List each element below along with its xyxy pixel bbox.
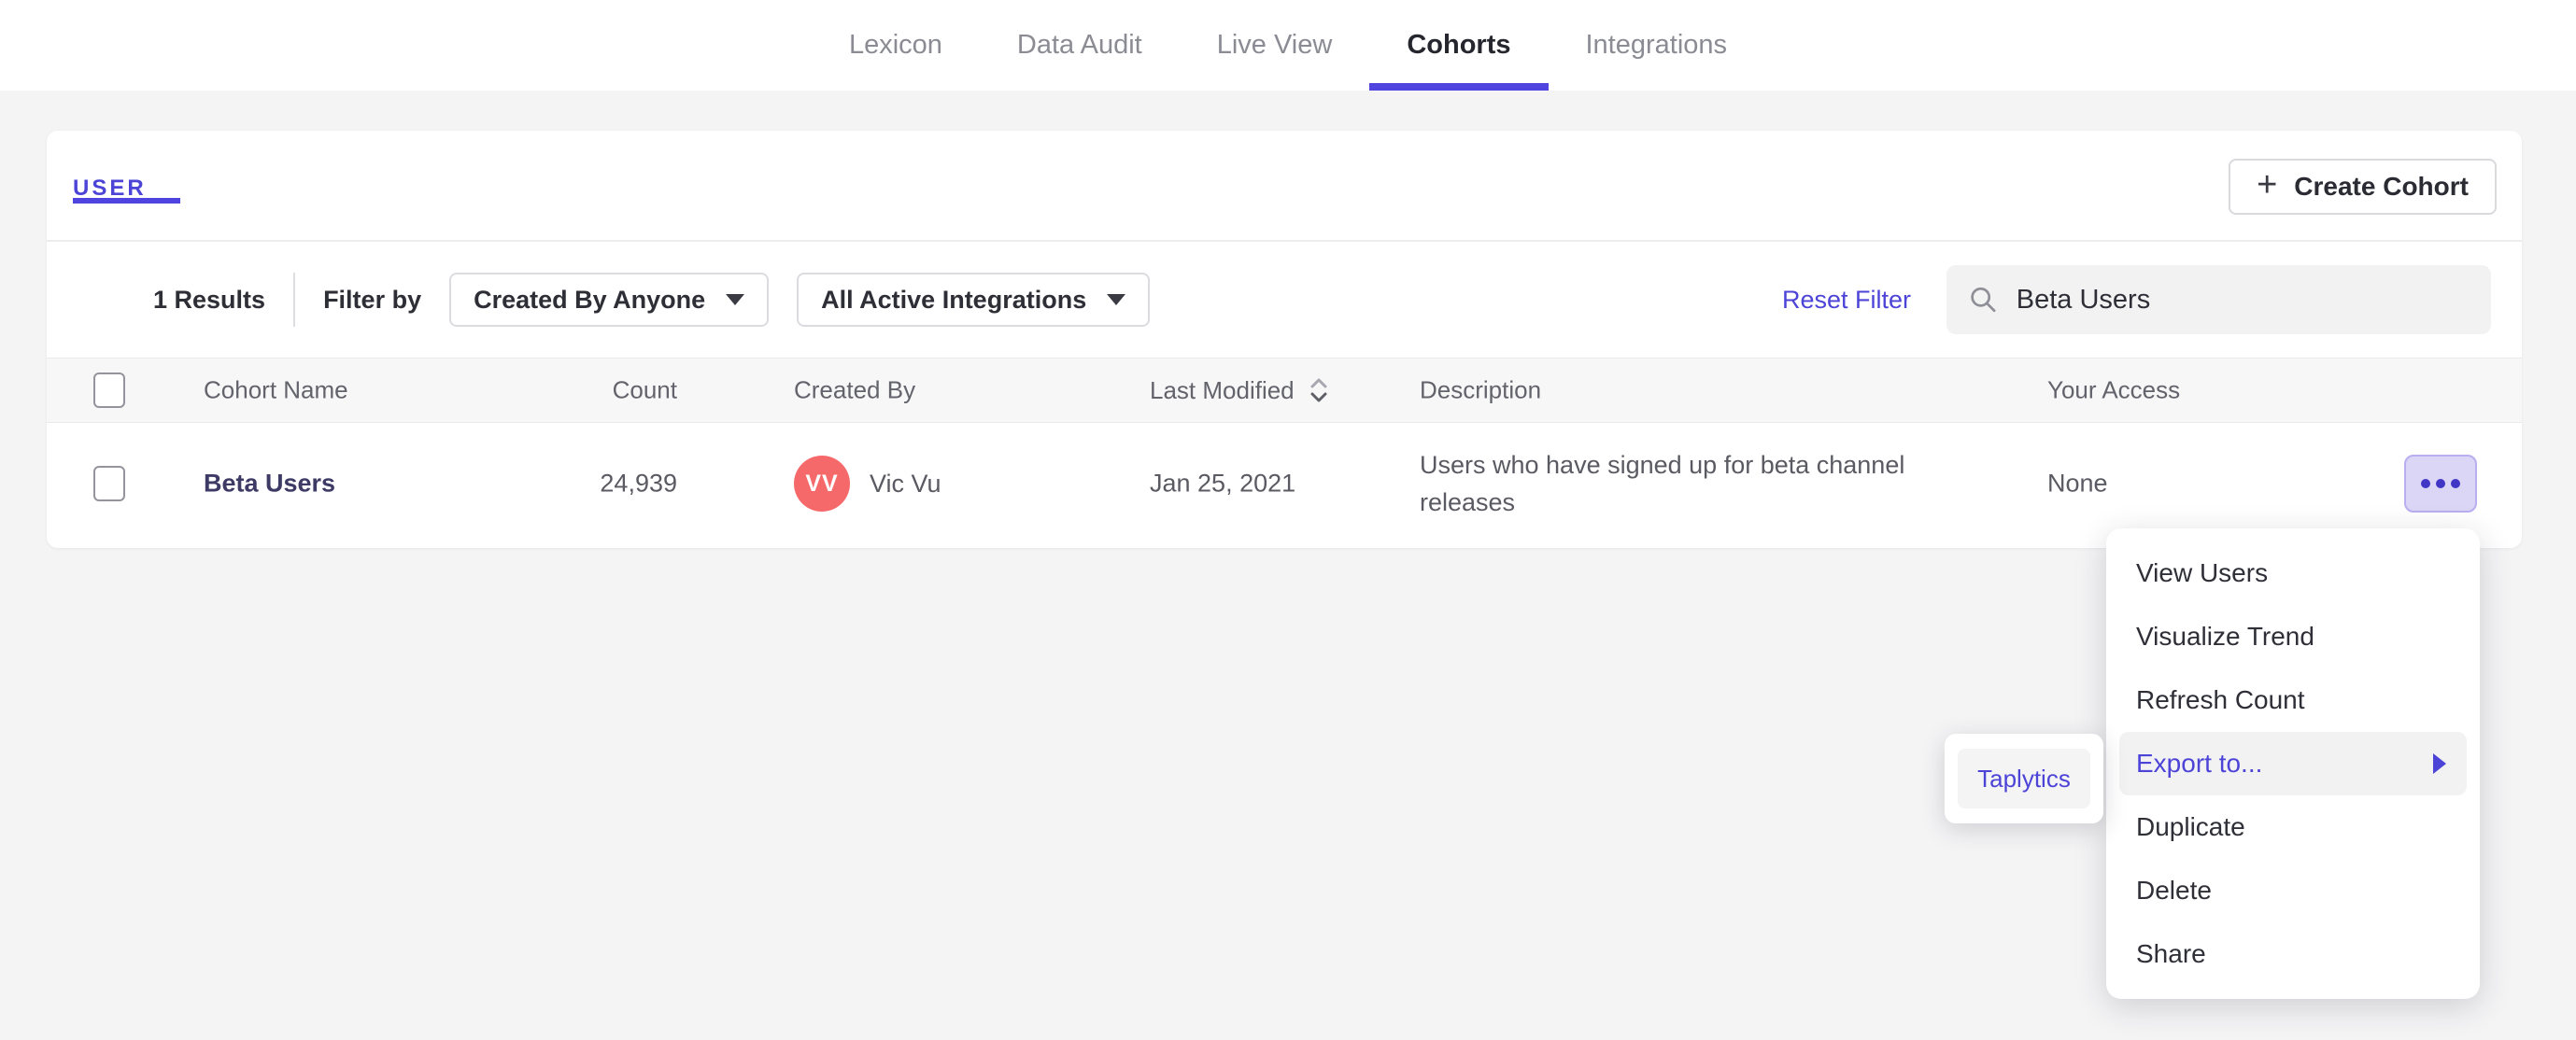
reset-filter-link[interactable]: Reset Filter [1782, 286, 1911, 315]
column-header-created-by[interactable]: Created By [794, 376, 915, 405]
column-header-last-modified-label: Last Modified [1150, 375, 1295, 404]
nav-tab-label: Integrations [1585, 30, 1728, 60]
row-checkbox[interactable] [93, 466, 125, 501]
table-header: Cohort Name Count Created By Last Modifi… [47, 358, 2522, 423]
nav-tab-live-view[interactable]: Live View [1180, 0, 1370, 91]
menu-item-label: Export to... [2136, 749, 2263, 778]
column-header-last-modified[interactable]: Last Modified [1150, 375, 1330, 405]
cohort-type-tabs-row: USER + Create Cohort [47, 131, 2522, 242]
menu-item-label: Visualize Trend [2136, 622, 2314, 651]
column-header-cohort-name[interactable]: Cohort Name [204, 376, 348, 405]
export-submenu: Taplytics [1945, 734, 2103, 823]
tab-user[interactable]: USER [73, 176, 180, 204]
nav-tab-integrations[interactable]: Integrations [1549, 0, 1765, 91]
filter-left-group: 1 Results Filter by Created By Anyone Al… [153, 273, 1151, 327]
search-input[interactable] [2016, 284, 2469, 316]
nav-tab-cohorts[interactable]: Cohorts [1369, 0, 1549, 91]
nav-tab-label: Cohorts [1407, 30, 1511, 60]
search-box[interactable] [1946, 265, 2491, 334]
table-row: Beta Users 24,939 VV Vic Vu Jan 25, 2021… [47, 423, 2522, 544]
user-tab-underline [73, 198, 180, 204]
your-access-cell: None [2047, 469, 2108, 498]
nav-tab-lexicon[interactable]: Lexicon [812, 0, 980, 91]
row-actions-button[interactable] [2404, 455, 2477, 513]
nav-tab-label: Lexicon [848, 30, 942, 60]
create-cohort-button[interactable]: + Create Cohort [2229, 159, 2497, 215]
more-dots-icon [2451, 479, 2460, 488]
created-by-dropdown-value: Created By Anyone [474, 285, 706, 314]
results-count: 1 Results [153, 285, 266, 314]
menu-item-delete[interactable]: Delete [2106, 859, 2480, 922]
column-header-your-access[interactable]: Your Access [2047, 376, 2180, 405]
chevron-down-icon [1107, 294, 1126, 305]
nav-tab-label: Live View [1216, 30, 1333, 60]
plus-icon: + [2257, 165, 2278, 204]
menu-item-view-users[interactable]: View Users [2106, 541, 2480, 605]
menu-item-label: View Users [2136, 558, 2269, 587]
cohorts-page: Lexicon Data Audit Live View Cohorts Int… [0, 0, 2576, 1040]
created-by-dropdown[interactable]: Created By Anyone [449, 273, 770, 327]
cohorts-card: USER + Create Cohort 1 Results Filter by… [47, 131, 2522, 548]
create-cohort-label: Create Cohort [2294, 172, 2469, 201]
sort-icon [1310, 378, 1327, 402]
tab-user-label: USER [73, 176, 147, 201]
row-actions-menu: View Users Visualize Trend Refresh Count… [2106, 528, 2480, 999]
filter-by-label: Filter by [323, 285, 422, 314]
chevron-down-icon [726, 294, 745, 305]
created-by-name: Vic Vu [870, 469, 941, 498]
search-icon [1971, 287, 1996, 313]
integrations-dropdown[interactable]: All Active Integrations [797, 273, 1151, 327]
filter-bar: 1 Results Filter by Created By Anyone Al… [47, 242, 2522, 358]
description-cell: Users who have signed up for beta channe… [1420, 451, 1905, 516]
menu-item-label: Share [2136, 939, 2206, 968]
menu-item-duplicate[interactable]: Duplicate [2106, 795, 2480, 859]
menu-item-label: Refresh Count [2136, 685, 2305, 714]
avatar: VV [794, 456, 850, 512]
nav-tab-label: Data Audit [1016, 30, 1142, 60]
filter-divider [293, 273, 296, 327]
integrations-dropdown-value: All Active Integrations [821, 285, 1087, 314]
column-header-count[interactable]: Count [439, 376, 677, 405]
menu-item-refresh-count[interactable]: Refresh Count [2106, 668, 2480, 732]
cohort-name-link[interactable]: Beta Users [204, 470, 335, 499]
menu-item-export-to[interactable]: Export to... [2119, 732, 2467, 795]
nav-tab-data-audit[interactable]: Data Audit [980, 0, 1180, 91]
cohort-count: 24,939 [600, 469, 677, 498]
more-dots-icon [2436, 479, 2445, 488]
submenu-item-label: Taplytics [1977, 764, 2071, 793]
submenu-arrow-icon [2433, 753, 2446, 774]
active-tab-underline [1369, 83, 1549, 91]
created-by-cell: VV Vic Vu [794, 456, 941, 512]
last-modified-cell: Jan 25, 2021 [1150, 469, 1296, 498]
more-dots-icon [2421, 479, 2430, 488]
menu-item-label: Duplicate [2136, 812, 2245, 841]
menu-item-visualize-trend[interactable]: Visualize Trend [2106, 605, 2480, 668]
column-header-description[interactable]: Description [1420, 376, 1541, 405]
submenu-item-taplytics[interactable]: Taplytics [1958, 749, 2090, 808]
menu-item-share[interactable]: Share [2106, 922, 2480, 986]
top-navigation: Lexicon Data Audit Live View Cohorts Int… [0, 0, 2576, 91]
menu-item-label: Delete [2136, 876, 2212, 905]
select-all-checkbox[interactable] [93, 372, 125, 408]
